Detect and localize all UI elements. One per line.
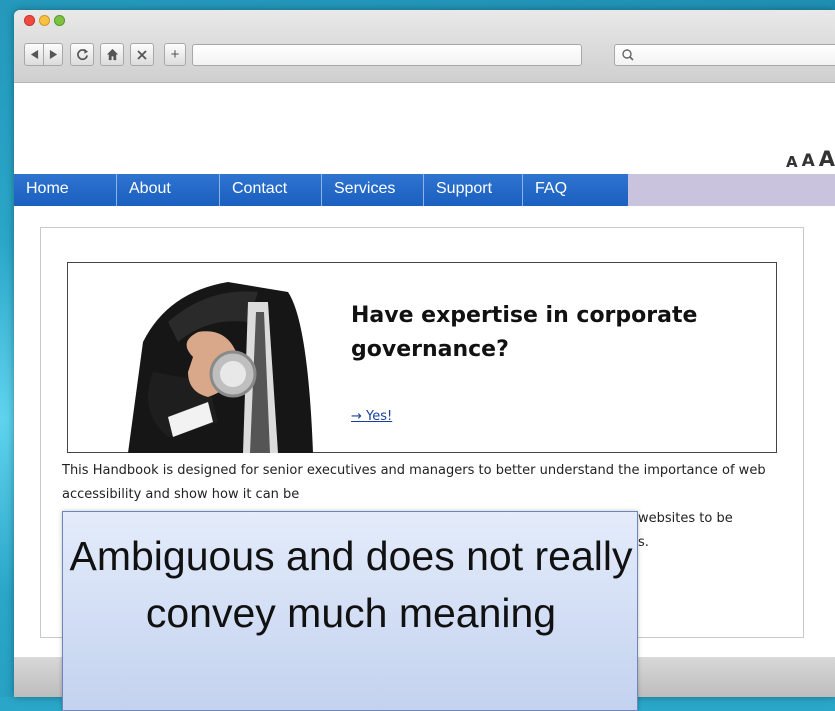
nav-item-home[interactable]: Home [14, 174, 117, 206]
close-window-button[interactable] [24, 15, 35, 26]
stop-button[interactable] [130, 43, 154, 66]
reload-button[interactable] [70, 43, 94, 66]
font-size-medium-button[interactable]: A [802, 151, 815, 171]
intro-paragraph-partial-line: websites to be [638, 511, 733, 526]
businessman-photo [108, 262, 318, 453]
promo-banner: Have expertise in corporate governance? … [67, 262, 777, 453]
minimize-window-button[interactable] [39, 15, 50, 26]
main-navigation: Home About Contact Services Support FAQ [14, 174, 835, 206]
plus-icon: + [170, 46, 180, 63]
banner-yes-link[interactable]: → Yes! [351, 409, 392, 424]
back-arrow-icon [30, 50, 38, 59]
nav-item-support[interactable]: Support [424, 174, 523, 206]
back-button[interactable] [24, 43, 44, 66]
zoom-window-button[interactable] [54, 15, 65, 26]
nav-menu: Home About Contact Services Support FAQ [14, 174, 628, 206]
new-tab-button[interactable]: + [164, 43, 186, 66]
nav-item-services[interactable]: Services [322, 174, 424, 206]
forward-button[interactable] [43, 43, 63, 66]
home-button[interactable] [100, 43, 124, 66]
reload-icon [76, 48, 88, 61]
search-input[interactable] [614, 44, 835, 66]
font-size-small-button[interactable]: A [786, 153, 798, 171]
annotation-callout: Ambiguous and does not really convey muc… [62, 511, 638, 711]
address-bar[interactable] [192, 44, 582, 66]
nav-item-faq[interactable]: FAQ [523, 174, 628, 206]
forward-arrow-icon [49, 50, 57, 59]
browser-toolbar: + [14, 10, 835, 83]
callout-text: Ambiguous and does not really convey muc… [69, 533, 633, 636]
intro-paragraph-partial-end: s. [638, 535, 649, 550]
search-icon [622, 49, 634, 61]
font-size-controls: A A A [786, 141, 835, 171]
font-size-large-button[interactable]: A [819, 147, 835, 171]
nav-item-about[interactable]: About [117, 174, 220, 206]
close-icon [137, 49, 147, 60]
nav-item-contact[interactable]: Contact [220, 174, 322, 206]
home-icon [106, 48, 118, 61]
intro-paragraph-text: This Handbook is designed for senior exe… [62, 463, 766, 502]
banner-heading: Have expertise in corporate governance? [351, 303, 698, 362]
